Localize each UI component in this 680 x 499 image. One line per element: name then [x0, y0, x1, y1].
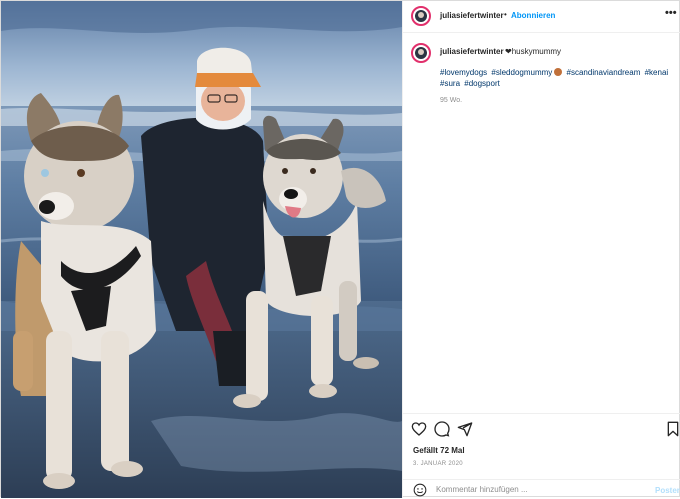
follow-button[interactable]: Abonnieren — [511, 11, 555, 20]
caption-avatar[interactable] — [411, 43, 431, 63]
post-age[interactable]: 95 Wo. — [440, 97, 462, 104]
hashtag-link[interactable]: #sleddogmummy — [491, 68, 552, 77]
header-username-link[interactable]: juliasiefertwinter — [440, 11, 504, 20]
avatar[interactable] — [411, 6, 431, 26]
hashtag-link[interactable]: #sura — [440, 79, 460, 88]
comment-bar: Posten — [403, 479, 680, 499]
post-header: juliasiefertwinter • Abonnieren ••• — [403, 1, 680, 33]
hashtag-link[interactable]: #lovemydogs — [440, 68, 487, 77]
hashtag-link[interactable]: #dogsport — [464, 79, 500, 88]
post-sidebar: juliasiefertwinter • Abonnieren ••• juli… — [402, 1, 680, 498]
comment-input[interactable] — [436, 485, 636, 494]
caption-username-link[interactable]: juliasiefertwinter — [440, 47, 504, 56]
comment-icon[interactable] — [434, 421, 450, 437]
instagram-post: juliasiefertwinter • Abonnieren ••• juli… — [0, 0, 680, 498]
like-count[interactable]: Gefällt 72 Mal — [413, 446, 465, 455]
hashtag-link[interactable]: #kenai — [645, 68, 669, 77]
header-separator: • — [504, 10, 507, 19]
heart-icon[interactable] — [411, 421, 427, 437]
caption-body: huskymummy — [511, 47, 562, 56]
photo-scene — [1, 1, 402, 498]
hashtag-link[interactable]: #scandinaviandream — [567, 68, 641, 77]
emoji-icon[interactable] — [413, 483, 427, 497]
share-icon[interactable] — [457, 421, 473, 437]
hashtag-list: #lovemydogs #sleddogmummy #scandinaviand… — [440, 67, 675, 89]
post-date: 3. JANUAR 2020 — [413, 461, 463, 467]
heart-emoji-icon: ❤ — [505, 47, 512, 56]
more-dots-icon[interactable]: ••• — [665, 7, 677, 19]
action-bar: Gefällt 72 Mal 3. JANUAR 2020 Posten — [403, 413, 680, 498]
post-photo[interactable] — [1, 1, 402, 498]
caption-text: ❤huskymummy — [505, 47, 561, 56]
post-comment-button[interactable]: Posten — [655, 486, 680, 495]
bookmark-icon[interactable] — [665, 421, 680, 437]
paw-emoji-icon — [554, 68, 563, 76]
